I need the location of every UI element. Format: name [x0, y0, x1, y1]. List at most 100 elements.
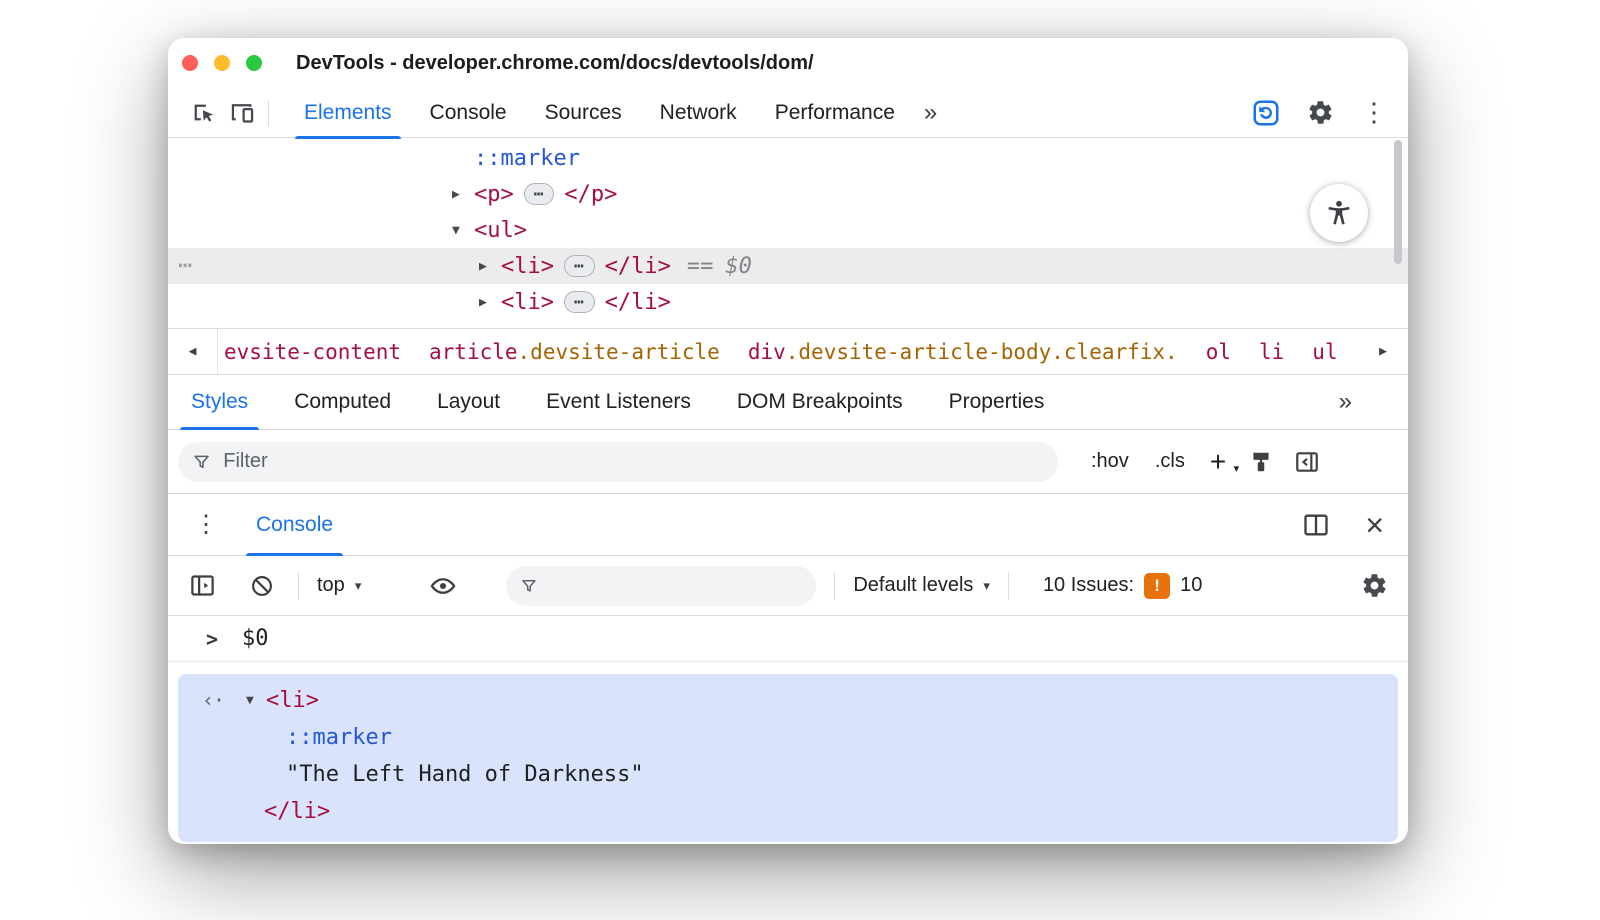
styles-toolbar-actions: :hov .cls + ▾ — [1078, 439, 1330, 485]
breadcrumb-prev-button[interactable]: ◀ — [168, 329, 218, 374]
paint-format-icon — [1253, 452, 1269, 471]
more-tabs-icon[interactable]: » — [1339, 388, 1352, 416]
breadcrumb-item[interactable]: li — [1259, 340, 1284, 364]
result-line: "The Left Hand of Darkness" — [178, 756, 1398, 793]
tag-close: </li> — [264, 799, 331, 824]
tab-styles[interactable]: Styles — [168, 375, 271, 430]
breadcrumb-item[interactable]: ul — [1312, 340, 1337, 364]
tab-console-drawer[interactable]: Console — [236, 494, 353, 556]
breadcrumb-next-button[interactable]: ▶ — [1358, 329, 1408, 374]
inline-expand-button[interactable]: ⋯ — [563, 291, 595, 313]
block-icon — [252, 575, 272, 596]
context-label: top — [317, 574, 345, 596]
ref-name: $0 — [725, 253, 752, 279]
inline-expand-button[interactable]: ⋯ — [523, 183, 555, 205]
tab-label: Console — [429, 100, 507, 124]
styles-sidebar-tabs: Styles Computed Layout Event Listeners D… — [168, 375, 1408, 430]
console-sidebar-icon[interactable] — [184, 568, 220, 604]
console-kebab-menu-icon[interactable]: ⋮ — [168, 510, 236, 539]
tree-row-li-selected[interactable]: ⋯ ▶ <li> ⋯ </li> == $0 — [168, 248, 1408, 284]
eval-chevron-icon: > — [206, 626, 219, 651]
log-levels-selector[interactable]: Default levels ▾ — [853, 574, 990, 597]
tab-layout[interactable]: Layout — [414, 375, 523, 429]
tab-label: Sources — [544, 100, 622, 124]
kebab-glyph: ⋮ — [1361, 97, 1387, 127]
styles-filter-input[interactable] — [223, 450, 1044, 473]
issues-counter[interactable]: 10 Issues: ! 10 — [1042, 572, 1203, 599]
elements-scrollbar[interactable] — [1394, 140, 1402, 264]
expand-icon[interactable]: ▶ — [479, 295, 501, 310]
dom-ref-badge: == $0 — [687, 254, 752, 279]
more-panels-icon[interactable]: » — [914, 99, 947, 127]
console-settings-icon[interactable] — [1356, 568, 1392, 604]
tab-console[interactable]: Console — [411, 88, 526, 138]
tab-label: Network — [659, 100, 737, 124]
tab-properties[interactable]: Properties — [926, 375, 1068, 429]
tab-label: Performance — [774, 100, 895, 124]
console-filter-pill[interactable] — [506, 565, 817, 606]
console-filter-input[interactable] — [550, 574, 803, 597]
device-toolbar-icon[interactable] — [222, 93, 262, 133]
crumb-element: div — [747, 339, 786, 364]
live-expression-button[interactable] — [425, 568, 461, 604]
tab-elements[interactable]: Elements — [285, 88, 411, 139]
funnel-icon — [522, 579, 536, 592]
hov-toggle[interactable]: :hov — [1078, 450, 1142, 473]
pseudo-element-label: ::marker — [286, 725, 392, 750]
chevron-right-icon: ▶ — [1379, 344, 1387, 359]
tree-row-marker[interactable]: ::marker — [168, 140, 1408, 176]
new-style-rule-button[interactable]: + ▾ — [1198, 446, 1239, 478]
exclaim-glyph: ! — [1154, 575, 1160, 595]
expand-icon[interactable]: ▶ — [452, 187, 474, 202]
tab-event-listeners[interactable]: Event Listeners — [523, 375, 714, 429]
breadcrumb-item[interactable]: article.devsite-article — [429, 340, 720, 364]
accessibility-button[interactable] — [1310, 184, 1368, 242]
refresh-icon[interactable] — [1246, 93, 1286, 133]
styles-filter-pill[interactable] — [178, 441, 1058, 482]
settings-gear-icon[interactable] — [1300, 93, 1340, 133]
tab-dom-breakpoints[interactable]: DOM Breakpoints — [714, 375, 926, 429]
issues-count: 10 — [1180, 574, 1203, 596]
breadcrumb-item[interactable]: ol — [1206, 340, 1231, 364]
zoom-window-button[interactable] — [246, 55, 262, 71]
command-text: $0 — [242, 626, 269, 651]
funnel-icon — [194, 455, 209, 468]
collapse-icon[interactable]: ▼ — [452, 223, 474, 238]
inline-expand-button[interactable]: ⋯ — [563, 255, 595, 277]
drawer-actions: × — [1293, 502, 1384, 548]
breadcrumb-item[interactable]: div.devsite-article-body.clearfix. — [748, 340, 1178, 364]
inspect-element-icon[interactable] — [182, 93, 222, 133]
paintbrush-icon[interactable] — [1238, 439, 1284, 485]
clear-console-button[interactable] — [244, 568, 280, 604]
tab-network[interactable]: Network — [641, 88, 756, 138]
tag-close: </li> — [604, 289, 671, 315]
crumb-element: li — [1259, 339, 1285, 364]
kebab-menu-icon[interactable]: ⋮ — [1354, 93, 1394, 133]
tag-open: <li> — [266, 688, 319, 713]
collapse-icon[interactable]: ▼ — [246, 682, 266, 719]
split-panel-icon[interactable] — [1293, 502, 1339, 548]
close-drawer-button[interactable]: × — [1365, 509, 1384, 541]
breadcrumb-item[interactable]: evsite-content — [224, 340, 401, 364]
caret-down-icon: ▾ — [983, 577, 990, 593]
tab-sources[interactable]: Sources — [526, 88, 641, 138]
toggle-sidebar-icon[interactable] — [1284, 439, 1330, 485]
expand-icon[interactable]: ▶ — [479, 259, 501, 274]
minimize-window-button[interactable] — [214, 55, 230, 71]
cls-toggle[interactable]: .cls — [1142, 450, 1198, 473]
tree-row-ul[interactable]: ▼ <ul> — [168, 212, 1408, 248]
tag-close: </p> — [564, 181, 618, 207]
tree-row-p[interactable]: ▶ <p> ⋯ </p> — [168, 176, 1408, 212]
gutter-overflow-icon[interactable]: ⋯ — [178, 251, 193, 279]
elements-tree: ::marker ▶ <p> ⋯ </p> ▼ <ul> ⋯ ▶ <li> ⋯ … — [168, 138, 1408, 328]
issues-icon: ! — [1144, 572, 1171, 599]
context-selector[interactable]: top ▾ — [317, 574, 361, 597]
console-result[interactable]: ‹· ▼ <li> ::marker "The Left Hand of Dar… — [178, 674, 1398, 842]
levels-label: Default levels — [853, 574, 974, 596]
tab-performance[interactable]: Performance — [756, 88, 914, 138]
tab-computed[interactable]: Computed — [271, 375, 414, 429]
crumb-element: article — [429, 339, 518, 364]
issues-label: 10 Issues: — [1042, 574, 1135, 596]
close-window-button[interactable] — [182, 55, 198, 71]
tree-row-li[interactable]: ▶ <li> ⋯ </li> — [168, 284, 1408, 320]
